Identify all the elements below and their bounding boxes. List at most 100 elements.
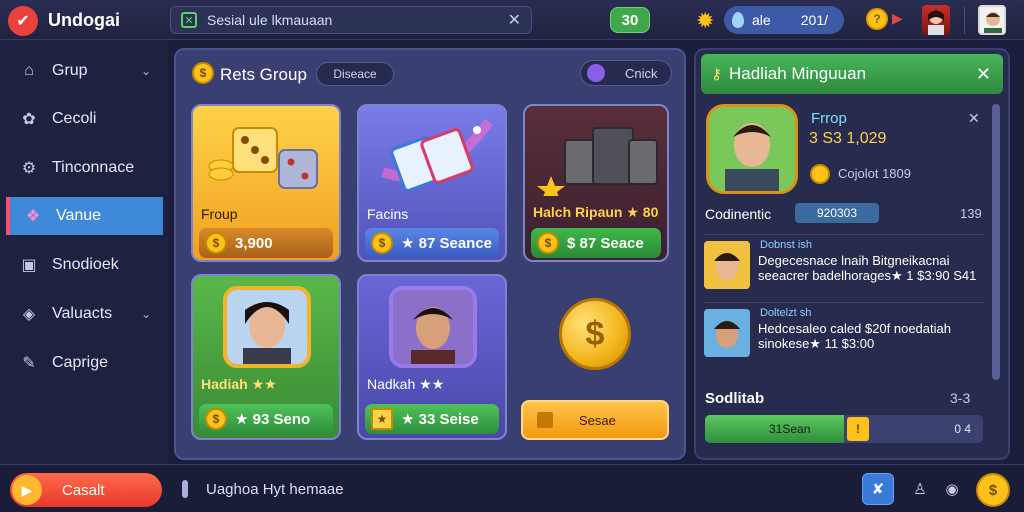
list-item[interactable]: Doltelzt sh Hedcesaleo caled $20f noedat… [704, 302, 984, 360]
pill-value: 201/ [800, 12, 828, 28]
cta-button[interactable]: Sesae [521, 400, 669, 440]
cta-icon [537, 412, 553, 428]
people-button[interactable]: ♙ [904, 473, 936, 505]
chevron-down-icon: ⌄ [140, 64, 151, 78]
progress-count: 3-3 [950, 390, 971, 406]
coin-button[interactable]: $ [976, 473, 1010, 507]
list-title: Dobnst ish [760, 239, 812, 251]
cta-label: Sesae [579, 412, 616, 428]
sidebar-item-cecoli[interactable]: ✿ Cecoli [6, 100, 163, 138]
card-button[interactable]: $ 3,900 [199, 228, 333, 258]
clear-search-button[interactable]: ✕ [508, 10, 521, 30]
scrollbar-thumb[interactable] [992, 104, 1000, 380]
info-icon [182, 480, 188, 498]
footer-message-text: Uaghoa Hyt hemaae [206, 480, 344, 498]
tag-icon: ◈ [22, 306, 36, 323]
panel-title: Rets Group [220, 65, 307, 84]
big-coin-icon: $ [559, 298, 631, 370]
card-button[interactable]: $ ★ 87 Seance [365, 228, 499, 258]
game-card-froup[interactable]: Froup $ 3,900 [191, 104, 341, 262]
list-text: Hedcesaleo caled $20f noedatiah sinokese… [758, 321, 951, 351]
toggle-label: Cnick [625, 65, 658, 81]
status-pill[interactable]: ale 201/ [724, 6, 844, 34]
coin-icon[interactable]: ? [866, 8, 888, 30]
sidebar-item-label: Valuacts [52, 305, 113, 322]
avatar[interactable] [922, 5, 950, 35]
card-button-label: $ 87 Seace [567, 234, 644, 252]
game-card-nadkah[interactable]: Nadkah ★★ ★ ★ 33 Seise [357, 274, 507, 440]
sidebar-item-vanue[interactable]: ❖ Vanue [6, 197, 163, 235]
card-button[interactable]: $ ★ 93 Seno [199, 404, 333, 434]
progress-label: 31Sean [769, 422, 811, 436]
sidebar-item-caprige[interactable]: ✎ Caprige [6, 344, 163, 382]
settings-icon: ◉ [945, 481, 959, 498]
section-value: 920303 [795, 203, 879, 223]
player-portrait [389, 286, 477, 368]
card-label: Froup [201, 206, 238, 222]
game-card-halch[interactable]: Halch Ripaun ★ 80 $ $ 87 Seace [523, 104, 669, 262]
card-button[interactable]: ★ ★ 33 Seise [365, 404, 499, 434]
panel-header: ⚷ Hadliah Minguuan ✕ [701, 54, 1003, 94]
sidebar-item-tinconnace[interactable]: ⚙ Tinconnace [6, 149, 163, 187]
scrollbar[interactable] [992, 104, 1000, 380]
sidebar-item-valuacts[interactable]: ◈ Valuacts ⌄ [6, 295, 163, 333]
settings-button[interactable]: ◉ [936, 473, 968, 505]
panel-header-title: Hadliah Minguuan [729, 64, 867, 83]
card-button-label: ★ 33 Seise [401, 411, 479, 428]
arrow-icon[interactable]: ▶ [892, 10, 903, 27]
coin-icon: $ [192, 62, 214, 84]
card-button-label: 3,900 [235, 234, 273, 252]
star-icon[interactable]: ✹ [696, 8, 714, 34]
profile-name: Frrop [811, 110, 847, 127]
progress-end: 0 4 [954, 422, 971, 436]
sidebar-item-grup[interactable]: ⌂ Grup ⌄ [6, 52, 163, 90]
coin-icon: $ [537, 232, 559, 254]
coin-icon: $ [205, 408, 227, 430]
search-icon: ✕ [181, 12, 197, 28]
shuffle-button[interactable]: ✘ [862, 473, 894, 505]
coin-icon: $ [205, 232, 227, 254]
toggle-icon [587, 64, 605, 82]
progress-marker-icon: ! [847, 417, 869, 441]
search-input[interactable]: ✕ Sesial ule lkmauaan ✕ [170, 6, 532, 34]
list-text: Degecesnace lnaih Bitgneikacnai seeacrer… [758, 253, 977, 283]
section-count: 139 [960, 206, 982, 221]
app-logo-icon[interactable]: ✔ [8, 6, 38, 36]
profile-value: 3 S3 1,029 [809, 130, 887, 147]
calendar-icon: ▣ [21, 257, 37, 274]
list-thumbnail [704, 241, 750, 289]
section-label: Codinentic [705, 206, 772, 222]
leaf-icon: ✿ [22, 111, 36, 128]
card-button-label: ★ 93 Seno [235, 411, 311, 428]
score-badge[interactable]: 30 [610, 7, 650, 33]
play-button[interactable]: ▶ Casalt [10, 473, 162, 507]
card-label: Nadkah ★★ [367, 376, 445, 392]
coin-icon: $ [371, 232, 393, 254]
close-icon[interactable]: ✕ [976, 64, 991, 85]
search-value: Sesial ule lkmauaan [207, 12, 333, 28]
filter-tag[interactable]: Diseace [316, 62, 394, 86]
progress-bar: 31Sean ! 0 4 [705, 415, 983, 443]
list-title: Doltelzt sh [760, 307, 812, 319]
card-label: Hadiah ★★ [201, 376, 277, 392]
cards-icon [381, 119, 494, 192]
divider [964, 6, 965, 34]
toggle-button[interactable]: Cnick [580, 60, 672, 86]
card-button[interactable]: $ $ 87 Seace [531, 228, 661, 258]
game-card-hadiah[interactable]: Hadiah ★★ $ ★ 93 Seno [191, 274, 341, 440]
app-name: Undogai [48, 10, 120, 30]
drop-icon [732, 12, 744, 28]
people-icon: ♙ [913, 481, 927, 498]
list-item[interactable]: Dobnst ish Degecesnace lnaih Bitgneikacn… [704, 234, 984, 292]
profile-avatar [706, 104, 798, 194]
close-icon[interactable]: ✕ [968, 110, 980, 127]
coin-icon [810, 164, 830, 184]
sidebar-item-label: Grup [52, 62, 88, 79]
shuffle-icon: ✘ [871, 481, 885, 498]
chest-icon [537, 127, 658, 196]
sidebar-item-snodioek[interactable]: ▣ Snodioek [6, 246, 163, 284]
pill-label: ale [752, 12, 771, 28]
game-card-facins[interactable]: Facins $ ★ 87 Seance [357, 104, 507, 262]
user-avatar[interactable] [978, 5, 1006, 35]
home-icon: ⌂ [24, 62, 34, 79]
